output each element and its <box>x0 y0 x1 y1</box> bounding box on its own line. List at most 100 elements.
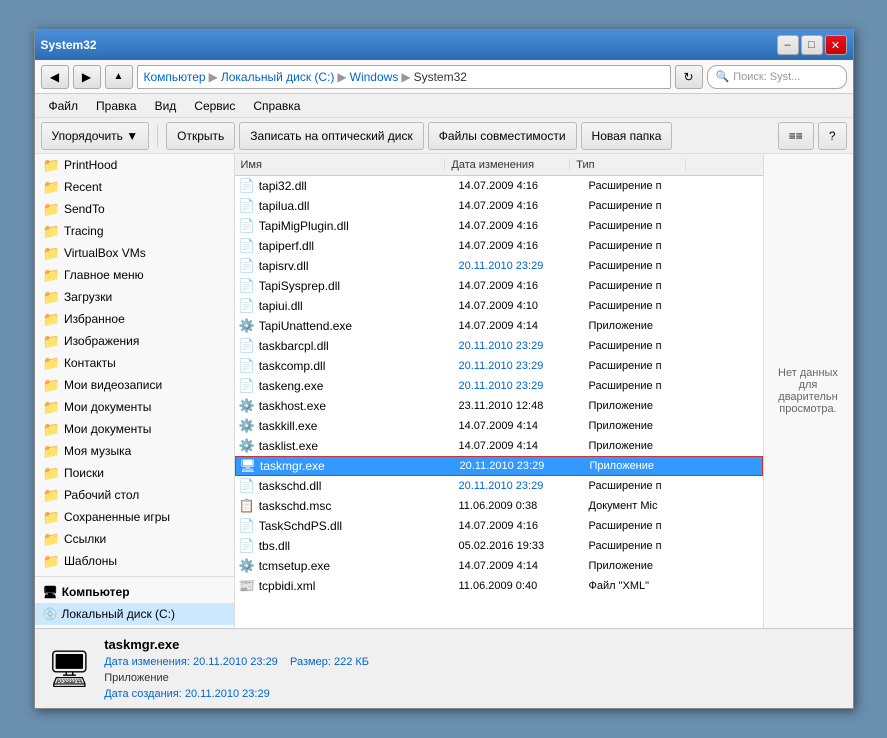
sidebar-item-kontakty[interactable]: 📁 Контакты <box>35 352 234 374</box>
table-row[interactable]: 📰tcpbidi.xml 11.06.2009 0:40 Файл "XML" <box>235 576 763 596</box>
sidebar-item-moedocumenty1[interactable]: 📁 Мои документы <box>35 396 234 418</box>
file-name: TapiSysprep.dll <box>259 279 340 293</box>
breadcrumb-item-2[interactable]: Локальный диск (C:) <box>221 70 335 84</box>
sidebar-item-virtualboxvms[interactable]: 📁 VirtualBox VMs <box>35 242 234 264</box>
menu-edit[interactable]: Правка <box>88 97 145 115</box>
sidebar-item-ssylki[interactable]: 📁 Ссылки <box>35 528 234 550</box>
table-row[interactable]: ⚙️tasklist.exe 14.07.2009 4:14 Приложени… <box>235 436 763 456</box>
file-date: 05.02.2016 19:33 <box>455 540 585 552</box>
column-date[interactable]: Дата изменения <box>445 159 570 171</box>
sidebar-item-label: Шаблоны <box>64 554 117 568</box>
search-bar[interactable]: 🔍 Поиск: Syst... <box>707 65 847 89</box>
burn-button[interactable]: Записать на оптический диск <box>239 122 424 150</box>
address-bar: ◀ ▶ ▲ Компьютер ▶ Локальный диск (C:) ▶ … <box>35 60 853 94</box>
minimize-button[interactable]: – <box>777 35 799 55</box>
folder-icon: 📁 <box>43 399 60 416</box>
menu-help[interactable]: Справка <box>245 97 308 115</box>
file-type: Расширение п <box>585 520 705 532</box>
new-folder-button[interactable]: Новая папка <box>581 122 673 150</box>
refresh-button[interactable]: ↻ <box>675 65 703 89</box>
breadcrumb[interactable]: Компьютер ▶ Локальный диск (C:) ▶ Window… <box>137 65 671 89</box>
open-button[interactable]: Открыть <box>166 122 235 150</box>
status-created-label: Дата создания: <box>104 688 182 700</box>
file-date: 11.06.2009 0:38 <box>455 500 585 512</box>
folder-icon: 📁 <box>43 531 60 548</box>
file-date: 20.11.2010 23:29 <box>455 260 585 272</box>
file-type: Расширение п <box>585 300 705 312</box>
table-row[interactable]: 📄taskbarcpl.dll 20.11.2010 23:29 Расшире… <box>235 336 763 356</box>
sidebar-item-rabochiy-stol[interactable]: 📁 Рабочий стол <box>35 484 234 506</box>
preview-panel: Нет данных для дварительн просмотра. <box>763 154 853 628</box>
table-row[interactable]: 📄tapisrv.dll 20.11.2010 23:29 Расширение… <box>235 256 763 276</box>
column-type[interactable]: Тип <box>570 159 685 171</box>
sidebar-item-izbrannoe[interactable]: 📁 Избранное <box>35 308 234 330</box>
file-name: taskschd.msc <box>259 499 332 513</box>
sidebar-item-computer[interactable]: 🖥 Компьютер <box>35 581 234 603</box>
table-row[interactable]: ⚙️TapiUnattend.exe 14.07.2009 4:14 Прило… <box>235 316 763 336</box>
view-button[interactable]: ≡≡ <box>778 122 814 150</box>
maximize-button[interactable]: □ <box>801 35 823 55</box>
table-row[interactable]: 📄tapiui.dll 14.07.2009 4:10 Расширение п <box>235 296 763 316</box>
folder-icon: 📁 <box>43 465 60 482</box>
sidebar-item-shablony[interactable]: 📁 Шаблоны <box>35 550 234 572</box>
breadcrumb-item-1[interactable]: Компьютер <box>144 70 206 84</box>
table-row[interactable]: 📄tapilua.dll 14.07.2009 4:16 Расширение … <box>235 196 763 216</box>
table-row[interactable]: 📄TapiSysprep.dll 14.07.2009 4:16 Расшире… <box>235 276 763 296</box>
column-name[interactable]: Имя <box>235 159 446 171</box>
folder-icon: 📁 <box>43 157 60 174</box>
folder-icon: 📁 <box>43 289 60 306</box>
sidebar-item-recent[interactable]: 📁 Recent <box>35 176 234 198</box>
file-name: taskkill.exe <box>259 419 318 433</box>
up-button[interactable]: ▲ <box>105 65 133 89</box>
table-row[interactable]: 📄tapiperf.dll 14.07.2009 4:16 Расширение… <box>235 236 763 256</box>
help-button[interactable]: ? <box>818 122 847 150</box>
menu-view[interactable]: Вид <box>147 97 185 115</box>
table-row[interactable]: 📄taskeng.exe 20.11.2010 23:29 Расширение… <box>235 376 763 396</box>
folder-icon: 📁 <box>43 553 60 570</box>
compatibility-button[interactable]: Файлы совместимости <box>428 122 577 150</box>
file-name: tapiui.dll <box>259 299 303 313</box>
breadcrumb-item-3[interactable]: Windows <box>350 70 399 84</box>
sidebar-item-videozapisi[interactable]: 📁 Мои видеозаписи <box>35 374 234 396</box>
table-row[interactable]: 📋taskschd.msc 11.06.2009 0:38 Документ M… <box>235 496 763 516</box>
back-button[interactable]: ◀ <box>41 65 69 89</box>
menu-file[interactable]: Файл <box>41 97 87 115</box>
sidebar-item-igry[interactable]: 📁 Сохраненные игры <box>35 506 234 528</box>
table-row[interactable]: ⚙️tcmsetup.exe 14.07.2009 4:14 Приложени… <box>235 556 763 576</box>
sidebar-item-poiski[interactable]: 📁 Поиски <box>35 462 234 484</box>
organize-button[interactable]: Упорядочить ▼ <box>41 122 150 150</box>
table-row[interactable]: ⚙️taskkill.exe 14.07.2009 4:14 Приложени… <box>235 416 763 436</box>
folder-icon: 📁 <box>43 355 60 372</box>
sidebar-item-label: Recent <box>64 180 102 194</box>
table-row[interactable]: 📄tbs.dll 05.02.2016 19:33 Расширение п <box>235 536 763 556</box>
table-row[interactable]: ⚙️taskhost.exe 23.11.2010 12:48 Приложен… <box>235 396 763 416</box>
file-date: 14.07.2009 4:14 <box>455 420 585 432</box>
status-modified: Дата изменения: 20.11.2010 23:29 Размер:… <box>104 656 369 668</box>
table-row[interactable]: 📄taskschd.dll 20.11.2010 23:29 Расширени… <box>235 476 763 496</box>
sidebar-item-printhood[interactable]: 📁 PrintHood <box>35 154 234 176</box>
file-type: Расширение п <box>585 380 705 392</box>
file-date: 20.11.2010 23:29 <box>456 460 586 472</box>
sidebar-item-drive-c[interactable]: 💿 Локальный диск (C:) <box>35 603 234 625</box>
toolbar-separator-1 <box>157 125 158 147</box>
forward-button[interactable]: ▶ <box>73 65 101 89</box>
sidebar-item-moedocumenty2[interactable]: 📁 Мои документы <box>35 418 234 440</box>
sidebar-item-glavnoe[interactable]: 📁 Главное меню <box>35 264 234 286</box>
sidebar-item-sendto[interactable]: 📁 SendTo <box>35 198 234 220</box>
file-list: 📄tapi32.dll 14.07.2009 4:16 Расширение п… <box>235 176 763 628</box>
sidebar-item-muzyka[interactable]: 📁 Моя музыка <box>35 440 234 462</box>
close-button[interactable]: ✕ <box>825 35 847 55</box>
file-icon: 📄 <box>239 538 255 554</box>
table-row[interactable]: 📄tapi32.dll 14.07.2009 4:16 Расширение п <box>235 176 763 196</box>
table-row[interactable]: 📄TaskSchdPS.dll 14.07.2009 4:16 Расширен… <box>235 516 763 536</box>
menu-service[interactable]: Сервис <box>186 97 243 115</box>
table-row[interactable]: 📄TapiMigPlugin.dll 14.07.2009 4:16 Расши… <box>235 216 763 236</box>
sidebar-item-tracing[interactable]: 📁 Tracing <box>35 220 234 242</box>
table-row-taskmgr[interactable]: 🖥taskmgr.exe 20.11.2010 23:29 Приложение <box>235 456 763 476</box>
sidebar-item-label: Tracing <box>64 224 104 238</box>
table-row[interactable]: 📄taskcomp.dll 20.11.2010 23:29 Расширени… <box>235 356 763 376</box>
file-date: 14.07.2009 4:16 <box>455 240 585 252</box>
sidebar-item-izobrazeniya[interactable]: 📁 Изображения <box>35 330 234 352</box>
file-name: tcmsetup.exe <box>259 559 330 573</box>
sidebar-item-zagruzki[interactable]: 📁 Загрузки <box>35 286 234 308</box>
